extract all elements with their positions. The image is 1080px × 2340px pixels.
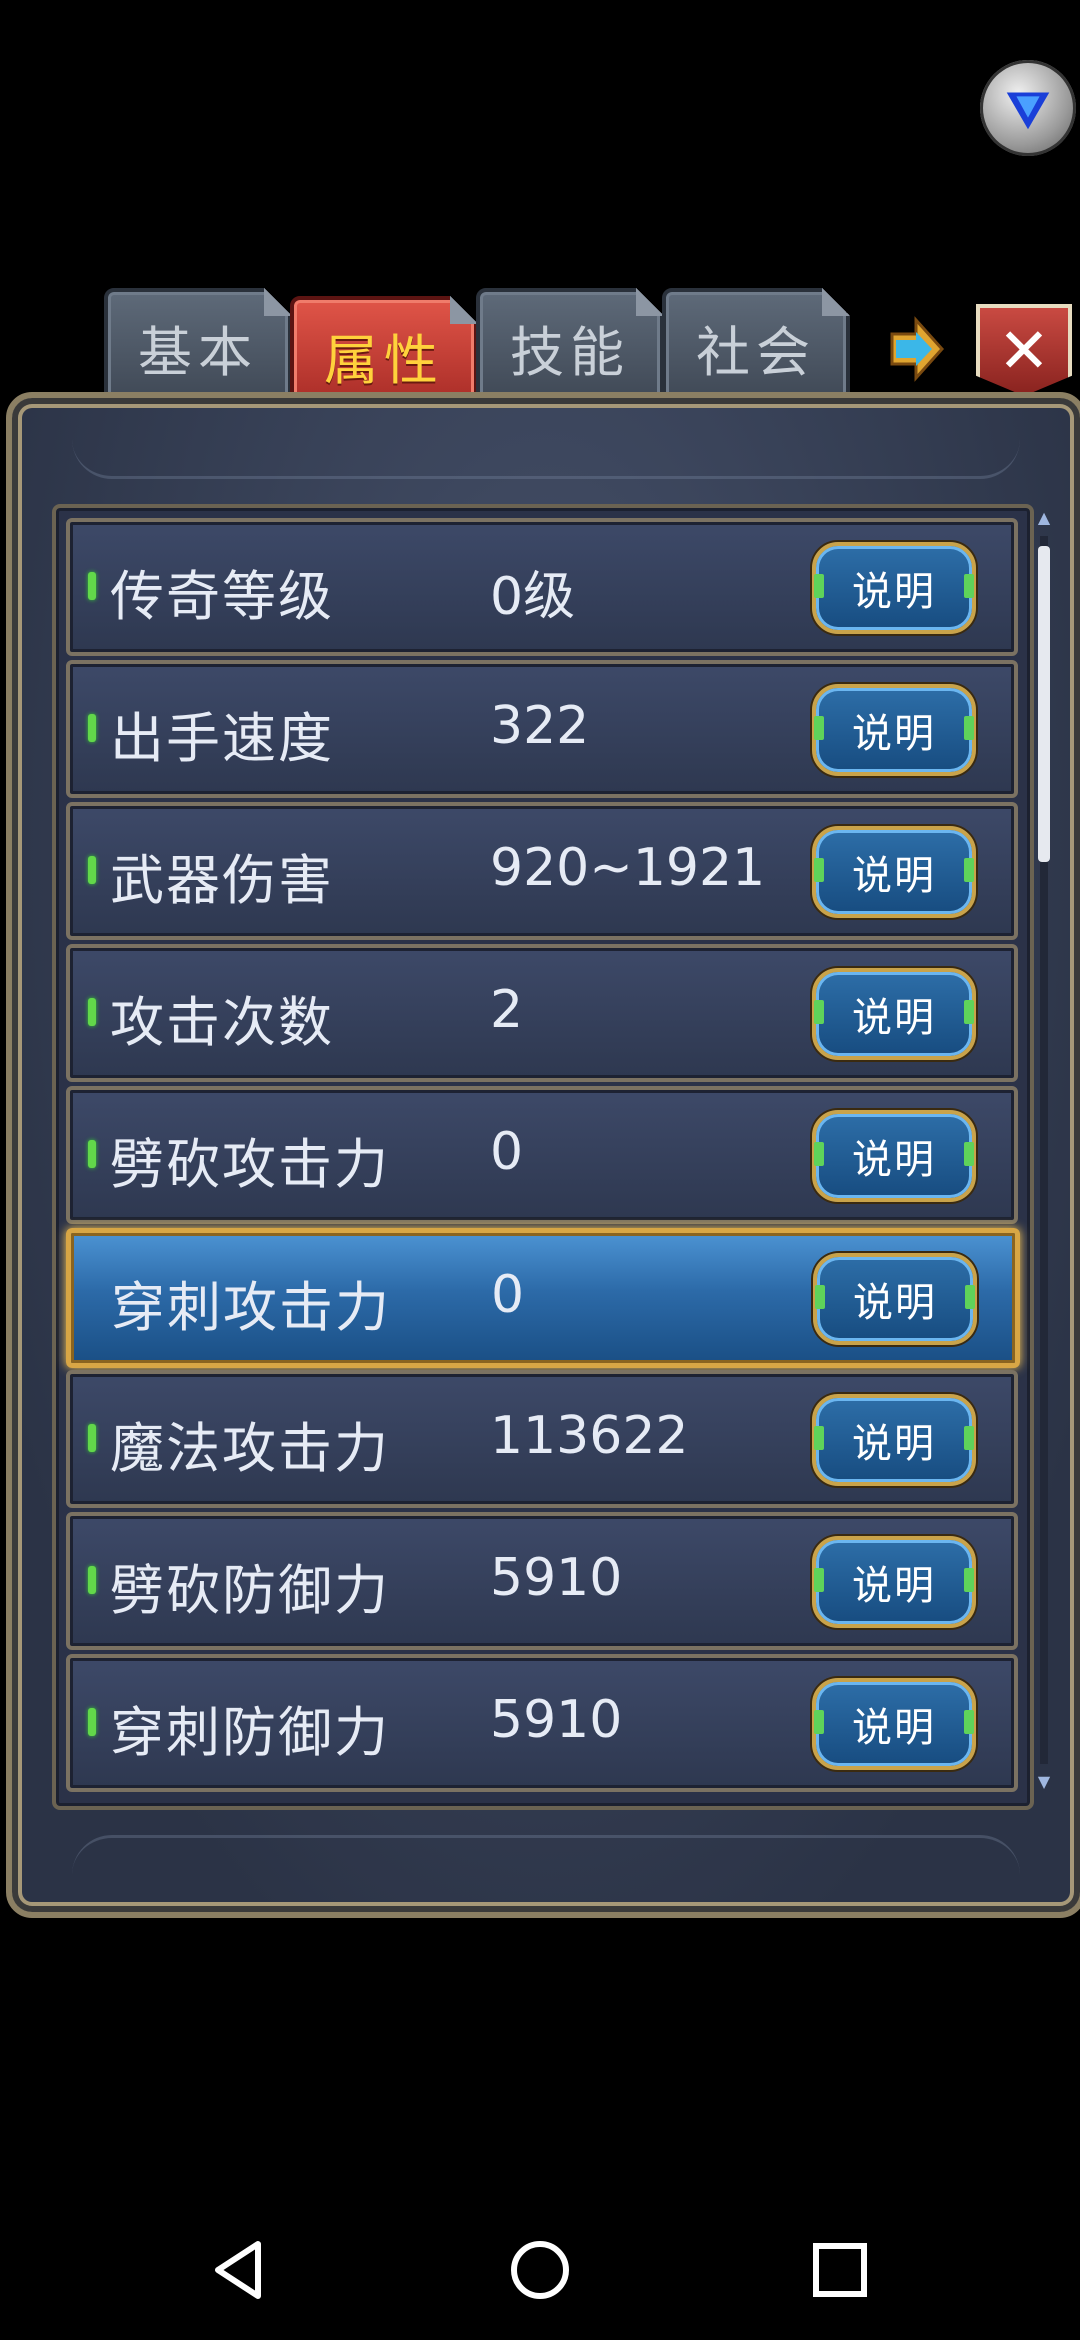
attribute-value: 0 bbox=[491, 1265, 525, 1325]
attribute-label: 劈砍防御力 bbox=[110, 1559, 390, 1622]
attribute-value: 322 bbox=[490, 696, 590, 756]
explain-button[interactable]: 说明 bbox=[812, 826, 976, 918]
back-icon[interactable] bbox=[200, 2230, 280, 2310]
attribute-row-legend-level[interactable]: 传奇等级 0级 说明 bbox=[66, 518, 1018, 656]
scroll-down-icon[interactable]: ▼ bbox=[1036, 1774, 1052, 1790]
v-logo-icon bbox=[1006, 92, 1050, 130]
tab-label: 属性 bbox=[324, 328, 444, 392]
attribute-value: 0 bbox=[490, 1122, 524, 1182]
explain-button[interactable]: 说明 bbox=[812, 684, 976, 776]
explain-button[interactable]: 说明 bbox=[813, 1253, 977, 1345]
attribute-value: 2 bbox=[490, 980, 524, 1040]
explain-button[interactable]: 说明 bbox=[812, 968, 976, 1060]
attribute-row-magic-attack[interactable]: 魔法攻击力 113622 说明 bbox=[66, 1370, 1018, 1508]
explain-button[interactable]: 说明 bbox=[812, 1678, 976, 1770]
attribute-value: 920~1921 bbox=[490, 838, 766, 898]
scroll-thumb[interactable] bbox=[1038, 546, 1050, 862]
row-indicator bbox=[88, 1566, 96, 1594]
attribute-label: 穿刺防御力 bbox=[110, 1701, 390, 1764]
explain-button[interactable]: 说明 bbox=[812, 542, 976, 634]
explain-button[interactable]: 说明 bbox=[812, 1394, 976, 1486]
tab-basic[interactable]: 基本 bbox=[104, 288, 292, 406]
scroll-up-icon[interactable]: ▲ bbox=[1036, 510, 1052, 526]
explain-button[interactable]: 说明 bbox=[812, 1110, 976, 1202]
attribute-label: 魔法攻击力 bbox=[110, 1417, 390, 1480]
overlay-v-button[interactable] bbox=[980, 60, 1076, 156]
tab-label: 社会 bbox=[696, 320, 816, 384]
attribute-label: 穿刺攻击力 bbox=[111, 1276, 391, 1339]
arrow-right-icon[interactable] bbox=[886, 314, 946, 384]
attribute-label: 出手速度 bbox=[110, 707, 334, 770]
attribute-value: 5910 bbox=[490, 1690, 623, 1750]
recents-icon[interactable] bbox=[800, 2230, 880, 2310]
row-indicator bbox=[88, 1140, 96, 1168]
attribute-row-weapon-damage[interactable]: 武器伤害 920~1921 说明 bbox=[66, 802, 1018, 940]
attribute-value: 113622 bbox=[490, 1406, 689, 1466]
attribute-label: 攻击次数 bbox=[110, 991, 334, 1054]
row-indicator bbox=[88, 572, 96, 600]
attribute-row-attack-speed[interactable]: 出手速度 322 说明 bbox=[66, 660, 1018, 798]
tab-label: 技能 bbox=[510, 320, 630, 384]
row-indicator bbox=[88, 856, 96, 884]
row-indicator bbox=[88, 1424, 96, 1452]
row-indicator bbox=[88, 714, 96, 742]
attribute-row-pierce-attack[interactable]: 穿刺攻击力 0 说明 bbox=[66, 1228, 1020, 1368]
system-nav-bar bbox=[0, 2200, 1080, 2340]
attribute-row-pierce-defense[interactable]: 穿刺防御力 5910 说明 bbox=[66, 1654, 1018, 1792]
list-scrollbar[interactable]: ▲ ▼ bbox=[1034, 510, 1054, 1790]
attribute-label: 劈砍攻击力 bbox=[110, 1133, 390, 1196]
attribute-row-slash-defense[interactable]: 劈砍防御力 5910 说明 bbox=[66, 1512, 1018, 1650]
explain-button[interactable]: 说明 bbox=[812, 1536, 976, 1628]
attribute-value: 0级 bbox=[490, 567, 576, 627]
home-icon[interactable] bbox=[500, 2230, 580, 2310]
row-indicator bbox=[88, 998, 96, 1026]
attribute-value: 5910 bbox=[490, 1548, 623, 1608]
tab-social[interactable]: 社会 bbox=[662, 288, 850, 406]
attribute-label: 武器伤害 bbox=[110, 849, 334, 912]
attribute-row-slash-attack[interactable]: 劈砍攻击力 0 说明 bbox=[66, 1086, 1018, 1224]
attribute-row-attack-count[interactable]: 攻击次数 2 说明 bbox=[66, 944, 1018, 1082]
tab-skills[interactable]: 技能 bbox=[476, 288, 664, 406]
attribute-label: 传奇等级 bbox=[110, 565, 334, 628]
close-icon: ✕ bbox=[998, 313, 1050, 387]
tab-label: 基本 bbox=[138, 320, 258, 384]
row-indicator bbox=[88, 1708, 96, 1736]
